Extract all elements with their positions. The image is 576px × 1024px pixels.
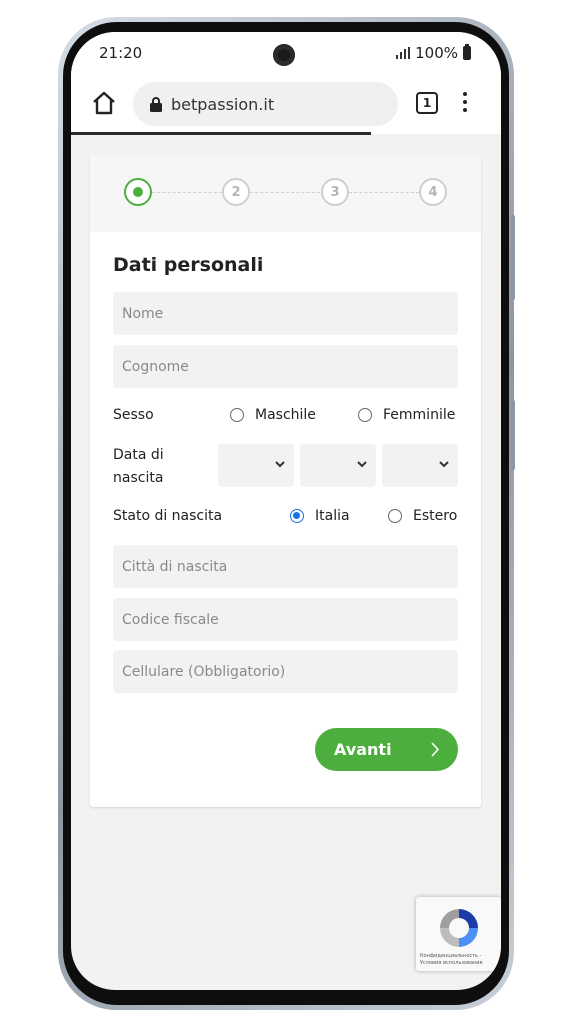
radio-button[interactable] (358, 408, 372, 422)
radio-maschile-label: Maschile (255, 407, 316, 423)
battery-icon (463, 44, 471, 60)
registration-form: 2 3 4 Dati personali Sesso Maschile Femm… (90, 155, 481, 807)
recaptcha-badge[interactable]: Конфиденциальность - Условия использован… (416, 897, 501, 971)
volume-button (511, 215, 515, 300)
radio-italia[interactable]: Italia (290, 508, 350, 524)
radio-button[interactable] (388, 509, 402, 523)
data-nascita-label: Data di nascita (113, 444, 164, 490)
cognome-input[interactable] (113, 345, 458, 388)
signal-icon (396, 47, 411, 59)
more-menu-icon[interactable] (459, 90, 471, 114)
chevron-down-icon (357, 461, 367, 468)
day-select[interactable] (218, 444, 294, 487)
step-connector (152, 192, 222, 193)
recaptcha-terms-link[interactable]: Условия использования (420, 960, 498, 967)
citta-nascita-input[interactable] (113, 545, 458, 588)
lock-icon (150, 97, 162, 112)
page-load-progress (71, 132, 371, 135)
address-bar[interactable]: betpassion.it (133, 82, 398, 126)
step-4: 4 (419, 178, 447, 206)
radio-femminile-label: Femminile (383, 407, 456, 423)
step-1-active (124, 178, 152, 206)
radio-estero[interactable]: Estero (388, 508, 457, 524)
avanti-button[interactable]: Avanti (315, 728, 458, 771)
data-nascita-label-line2: nascita (113, 470, 164, 486)
battery-percent: 100% (415, 44, 458, 62)
step-2: 2 (222, 178, 250, 206)
sesso-label: Sesso (113, 407, 154, 423)
section-title: Dati personali (113, 254, 264, 276)
browser-toolbar: betpassion.it 1 (71, 76, 501, 134)
recaptcha-privacy-link[interactable]: Конфиденциальность - (420, 953, 498, 960)
nome-input[interactable] (113, 292, 458, 335)
month-select[interactable] (300, 444, 376, 487)
recaptcha-icon (440, 909, 478, 947)
cellulare-input[interactable] (113, 650, 458, 693)
stato-nascita-label: Stato di nascita (113, 508, 223, 524)
radio-maschile[interactable]: Maschile (230, 407, 316, 423)
step-connector (349, 192, 419, 193)
radio-estero-label: Estero (413, 508, 458, 524)
front-camera (273, 44, 295, 66)
tab-switcher-button[interactable]: 1 (416, 92, 438, 114)
url-text: betpassion.it (171, 94, 275, 114)
radio-button[interactable] (230, 408, 244, 422)
status-time: 21:20 (99, 44, 143, 62)
step-connector (250, 192, 320, 193)
step-indicator: 2 3 4 (90, 155, 481, 232)
avanti-label: Avanti (334, 740, 392, 759)
year-select[interactable] (382, 444, 458, 487)
radio-italia-label: Italia (315, 508, 350, 524)
codice-fiscale-input[interactable] (113, 598, 458, 641)
status-indicators: 100% (396, 44, 471, 62)
chevron-down-icon (439, 461, 449, 468)
recaptcha-legal-text[interactable]: Конфиденциальность - Условия использован… (420, 953, 498, 967)
power-button (511, 400, 515, 470)
radio-femminile[interactable]: Femminile (358, 407, 455, 423)
chevron-down-icon (275, 461, 285, 468)
radio-button-checked[interactable] (290, 509, 304, 523)
step-3: 3 (321, 178, 349, 206)
chevron-right-icon (431, 742, 440, 757)
phone-screen: 21:20 100% betpassion.it 1 2 3 4 Dati pe… (71, 32, 501, 990)
status-bar: 21:20 100% (71, 32, 501, 76)
home-icon[interactable] (91, 90, 117, 116)
data-nascita-label-line1: Data di (113, 447, 164, 463)
